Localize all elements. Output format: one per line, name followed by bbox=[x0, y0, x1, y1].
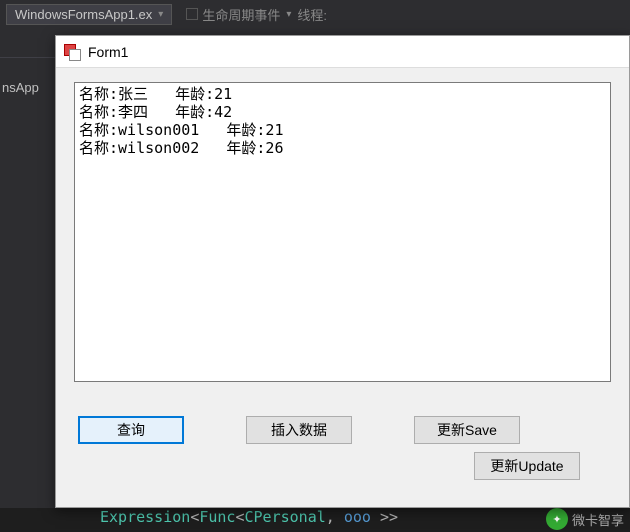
form1-window: Form1 名称:张三 年龄:21 名称:李四 年龄:42 名称:wilson0… bbox=[55, 35, 630, 508]
wechat-icon: ✦ bbox=[546, 508, 568, 530]
watermark: ✦ 微卡智享 bbox=[546, 508, 624, 530]
code-line: Expression<Func<CPersonal, ooo >> bbox=[0, 508, 630, 532]
update-update-button[interactable]: 更新Update bbox=[474, 452, 580, 480]
button-row-2: 更新Update bbox=[74, 452, 611, 480]
results-listbox[interactable]: 名称:张三 年龄:21 名称:李四 年龄:42 名称:wilson001 年龄:… bbox=[74, 82, 611, 382]
chevron-down-icon: ▾ bbox=[286, 9, 291, 20]
lifecycle-icon bbox=[186, 8, 198, 20]
app-icon bbox=[64, 44, 80, 60]
insert-button[interactable]: 插入数据 bbox=[246, 416, 352, 444]
lifecycle-label: 生命周期事件 bbox=[202, 5, 280, 24]
query-button[interactable]: 查询 bbox=[78, 416, 184, 444]
watermark-text: 微卡智享 bbox=[572, 510, 624, 529]
window-client-area: 名称:张三 年龄:21 名称:李四 年龄:42 名称:wilson001 年龄:… bbox=[56, 68, 629, 507]
button-row-1: 查询 插入数据 更新Save bbox=[74, 416, 611, 444]
side-truncated-text: nsApp bbox=[0, 80, 55, 95]
ide-toolbar: WindowsFormsApp1.ex ▾ 生命周期事件 ▾ 线程: bbox=[0, 0, 630, 28]
threads-label: 线程: bbox=[297, 5, 327, 24]
chevron-down-icon: ▾ bbox=[158, 9, 163, 20]
window-title: Form1 bbox=[88, 44, 128, 60]
process-selector[interactable]: WindowsFormsApp1.ex ▾ bbox=[6, 4, 172, 25]
lifecycle-events-button[interactable]: 生命周期事件 ▾ bbox=[186, 5, 291, 24]
process-selector-text: WindowsFormsApp1.ex bbox=[15, 7, 152, 22]
update-save-button[interactable]: 更新Save bbox=[414, 416, 520, 444]
window-titlebar[interactable]: Form1 bbox=[56, 36, 629, 68]
